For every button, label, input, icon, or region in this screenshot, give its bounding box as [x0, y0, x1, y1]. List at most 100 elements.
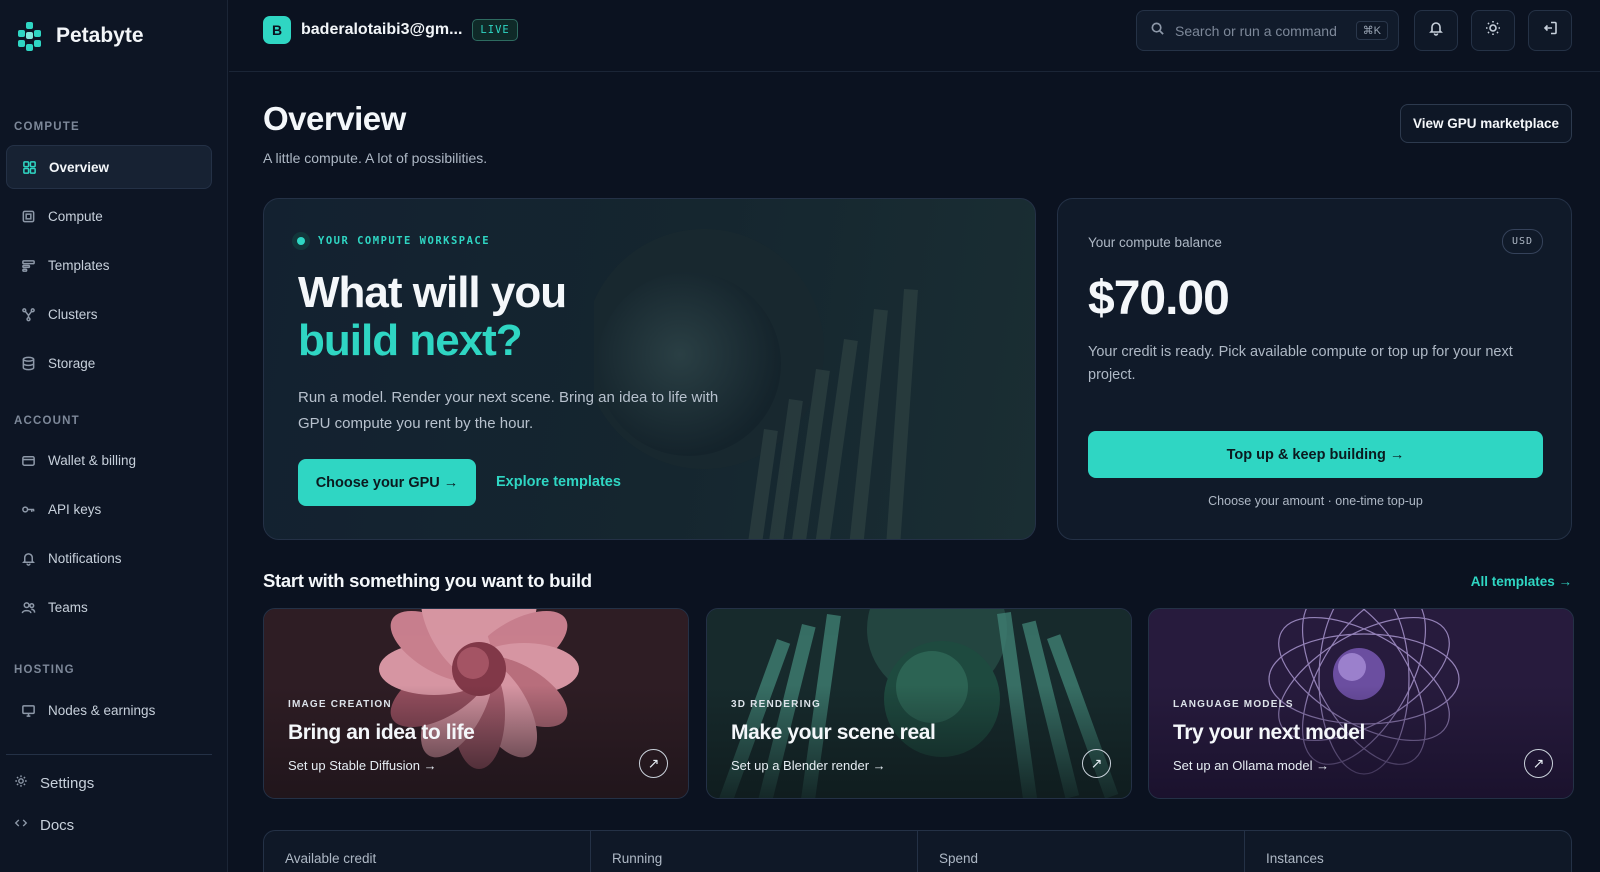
stat-spend: Spend: [918, 831, 1245, 872]
monitor-icon: [20, 702, 36, 718]
sidebar-item-label: Templates: [48, 257, 110, 273]
stat-running: Running: [591, 831, 918, 872]
sidebar-item-label: Clusters: [48, 306, 98, 322]
status-dot-icon: [292, 232, 310, 250]
balance-label: Your compute balance: [1088, 235, 1222, 250]
theme-toggle-button[interactable]: [1471, 10, 1515, 51]
sidebar-item-label: Nodes & earnings: [48, 702, 156, 718]
sidebar-item-api-keys[interactable]: API keys: [6, 487, 212, 531]
template-setup-link[interactable]: Set up Stable Diffusion →: [288, 758, 437, 773]
sidebar-item-overview[interactable]: Overview: [6, 145, 212, 189]
arrow-up-right-icon[interactable]: ↗: [1082, 749, 1111, 778]
sidebar-item-label: Overview: [49, 159, 110, 175]
page-title: Overview: [263, 100, 406, 137]
explore-templates-link[interactable]: Explore templates: [496, 474, 621, 490]
template-setup-link[interactable]: Set up a Blender render →: [731, 758, 886, 773]
chip-icon: [20, 208, 36, 224]
balance-description: Your credit is ready. Pick available com…: [1088, 344, 1513, 383]
grid-icon: [21, 159, 37, 175]
hero-heading-line1: What will you: [298, 268, 567, 317]
wallet-icon: [20, 452, 36, 468]
hero-body: Run a model. Render your next scene. Bri…: [298, 389, 719, 432]
account-email: baderalotaibi3@gm...: [301, 21, 463, 38]
hero-heading-line2-plain: build: [298, 316, 410, 365]
users-icon: [20, 599, 36, 615]
template-card-3d-rendering[interactable]: 3D RENDERING Make your scene real Set up…: [706, 608, 1132, 799]
brand-name: Petabyte: [56, 24, 144, 47]
sidebar-divider: [6, 754, 212, 755]
key-icon: [20, 501, 36, 517]
all-templates-link[interactable]: All templates →: [1471, 574, 1572, 589]
sidebar-item-nodes-earnings[interactable]: Nodes & earnings: [6, 688, 212, 732]
balance-card: Your compute balance USD $70.00 Your cre…: [1057, 198, 1572, 540]
section-label-compute: COMPUTE: [14, 121, 80, 133]
gear-icon: [14, 774, 28, 792]
search-input[interactable]: Search or run a command ⌘K: [1136, 10, 1399, 51]
template-card-language-models[interactable]: LANGUAGE MODELS Try your next model Set …: [1148, 608, 1574, 799]
page-subtitle: A little compute. A lot of possibilities…: [263, 150, 488, 166]
template-setup-link[interactable]: Set up an Ollama model →: [1173, 758, 1329, 773]
template-card-image-creation[interactable]: IMAGE CREATION Bring an idea to life Set…: [263, 608, 689, 799]
template-title: Make your scene real: [731, 721, 936, 744]
sidebar-item-label: Settings: [40, 774, 95, 792]
avatar: B: [263, 16, 291, 44]
bell-icon: [1428, 20, 1444, 41]
sidebar-item-label: Teams: [48, 599, 88, 615]
top-up-button[interactable]: Top up & keep building →: [1088, 431, 1543, 478]
cluster-icon: [20, 306, 36, 322]
sidebar-item-label: Storage: [48, 355, 96, 371]
sidebar-item-label: API keys: [48, 501, 102, 517]
search-icon: [1150, 21, 1165, 41]
sidebar-item-clusters[interactable]: Clusters: [6, 292, 212, 336]
petabyte-logo-icon: [14, 20, 46, 52]
stat-available-credit: Available credit: [264, 831, 591, 872]
sidebar-item-docs[interactable]: Docs: [14, 816, 74, 834]
sidebar-item-notifications[interactable]: Notifications: [6, 536, 212, 580]
account-switcher[interactable]: B baderalotaibi3@gm... LIVE: [263, 16, 518, 44]
sidebar-item-label: Compute: [48, 208, 103, 224]
template-tag: IMAGE CREATION: [288, 699, 392, 710]
sidebar-item-compute[interactable]: Compute: [6, 194, 212, 238]
sidebar-item-storage[interactable]: Storage: [6, 341, 212, 385]
database-icon: [20, 355, 36, 371]
sidebar: Petabyte COMPUTE Overview Compute Templa…: [0, 0, 228, 872]
search-shortcut: ⌘K: [1355, 21, 1388, 40]
hero-decoration-image: [594, 229, 918, 539]
section-label-account: ACCOUNT: [14, 415, 80, 427]
sidebar-item-teams[interactable]: Teams: [6, 585, 212, 629]
code-icon: [14, 816, 28, 834]
hero-card: YOUR COMPUTE WORKSPACE What will you bui…: [263, 198, 1036, 540]
arrow-up-right-icon[interactable]: ↗: [1524, 749, 1553, 778]
sidebar-item-label: Notifications: [48, 550, 122, 566]
stat-instances: Instances: [1266, 851, 1324, 866]
logout-button[interactable]: [1528, 10, 1572, 51]
currency-badge[interactable]: USD: [1501, 229, 1543, 254]
notifications-button[interactable]: [1414, 10, 1458, 51]
sidebar-item-wallet[interactable]: Wallet & billing: [6, 438, 212, 482]
hero-heading-line2-accent: next?: [409, 316, 522, 365]
sidebar-item-templates[interactable]: Templates: [6, 243, 212, 287]
bell-icon: [20, 550, 36, 566]
template-tag: LANGUAGE MODELS: [1173, 699, 1294, 710]
stats-row: Available credit Running Spend Instances: [263, 830, 1572, 872]
template-title: Try your next model: [1173, 721, 1365, 744]
hero-eyebrow: YOUR COMPUTE WORKSPACE: [292, 232, 490, 250]
template-icon: [20, 257, 36, 273]
arrow-up-right-icon[interactable]: ↗: [639, 749, 668, 778]
sidebar-item-label: Wallet & billing: [48, 452, 137, 468]
live-badge: LIVE: [472, 19, 518, 41]
hero-heading: What will you build next?: [298, 268, 567, 365]
balance-amount: $70.00: [1088, 272, 1230, 325]
choose-gpu-button[interactable]: Choose your GPU →: [298, 459, 476, 506]
brand[interactable]: Petabyte: [14, 20, 144, 52]
hero-eyebrow-label: YOUR COMPUTE WORKSPACE: [318, 235, 491, 247]
templates-section-title: Start with something you want to build: [263, 570, 592, 591]
template-tag: 3D RENDERING: [731, 699, 821, 710]
logout-icon: [1542, 20, 1558, 41]
top-up-note: Choose your amount · one-time top-up: [1208, 494, 1423, 508]
sun-icon: [1485, 20, 1501, 41]
sidebar-item-label: Docs: [40, 816, 75, 834]
view-gpu-marketplace-button[interactable]: View GPU marketplace: [1400, 104, 1572, 143]
sidebar-item-settings[interactable]: Settings: [14, 774, 94, 792]
section-label-hosting: HOSTING: [14, 664, 75, 676]
